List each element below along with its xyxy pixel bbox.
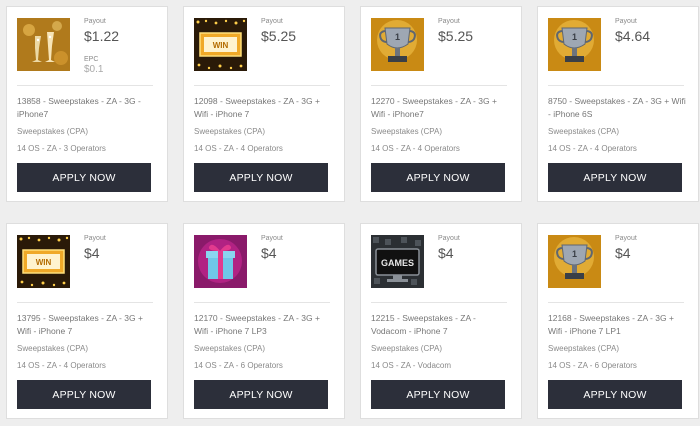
- svg-text:1: 1: [395, 32, 400, 42]
- apply-now-button[interactable]: APPLY NOW: [17, 163, 151, 192]
- divider: [194, 302, 330, 303]
- divider: [17, 85, 153, 86]
- divider: [194, 85, 330, 86]
- games-tv-icon[interactable]: GAMES: [371, 235, 424, 288]
- payout-label: Payout: [84, 18, 106, 25]
- payout-value: $4.64: [615, 28, 651, 44]
- offer-meta: 14 OS - ZA - 4 Operators: [548, 144, 637, 153]
- offer-meta: 14 OS - ZA - 4 Operators: [17, 361, 106, 370]
- offer-category: Sweepstakes (CPA): [548, 127, 619, 136]
- apply-now-button[interactable]: APPLY NOW: [548, 380, 682, 409]
- offer-meta: 14 OS - ZA - 6 Operators: [194, 361, 283, 370]
- apply-now-button[interactable]: APPLY NOW: [17, 380, 151, 409]
- offer-card: 1 Payout $5.25 12270 - Sweepstakes - ZA …: [360, 6, 522, 202]
- payout-value: $5.25: [261, 28, 297, 44]
- apply-now-button[interactable]: APPLY NOW: [371, 380, 505, 409]
- offer-title[interactable]: 12168 - Sweepstakes - ZA - 3G + Wifi - i…: [548, 312, 688, 338]
- offer-card: GAMES Payout $4 12215 - Sweepstakes - ZA…: [360, 223, 522, 419]
- payout-label: Payout: [438, 18, 460, 25]
- payout-value: $1.22: [84, 28, 120, 44]
- offer-category: Sweepstakes (CPA): [371, 127, 442, 136]
- gift-box-icon[interactable]: [194, 235, 247, 288]
- apply-now-button[interactable]: APPLY NOW: [548, 163, 682, 192]
- offer-title[interactable]: 12170 - Sweepstakes - ZA - 3G + Wifi - i…: [194, 312, 334, 338]
- offer-card: WIN Payout $4 13795 - Sweepstakes - ZA -…: [6, 223, 168, 419]
- offer-title[interactable]: 12215 - Sweepstakes - ZA - Vodacom - iPh…: [371, 312, 511, 338]
- trophy-icon[interactable]: 1: [548, 18, 601, 71]
- epc-value: $0.1: [84, 64, 104, 75]
- divider: [548, 85, 684, 86]
- win-sign-text: WIN: [36, 258, 52, 267]
- offer-meta: 14 OS - ZA - 6 Operators: [548, 361, 637, 370]
- offer-title[interactable]: 13795 - Sweepstakes - ZA - 3G + Wifi - i…: [17, 312, 157, 338]
- offer-title[interactable]: 12270 - Sweepstakes - ZA - 3G + Wifi - i…: [371, 95, 511, 121]
- apply-now-button[interactable]: APPLY NOW: [194, 380, 328, 409]
- divider: [371, 302, 507, 303]
- offer-meta: 14 OS - ZA - 3 Operators: [17, 144, 106, 153]
- offers-grid: Payout $1.22 EPC $0.1 13858 - Sweepstake…: [0, 0, 700, 426]
- divider: [548, 302, 684, 303]
- offer-title[interactable]: 8750 - Sweepstakes - ZA - 3G + Wifi - iP…: [548, 95, 688, 121]
- payout-label: Payout: [261, 235, 283, 242]
- offer-card: Payout $1.22 EPC $0.1 13858 - Sweepstake…: [6, 6, 168, 202]
- offer-card: WIN Payout $5.25 12098 - Sweepstakes - Z…: [183, 6, 345, 202]
- payout-value: $5.25: [438, 28, 474, 44]
- svg-text:1: 1: [572, 32, 577, 42]
- payout-label: Payout: [615, 18, 637, 25]
- offer-category: Sweepstakes (CPA): [17, 127, 88, 136]
- win-sign-icon[interactable]: WIN: [194, 18, 247, 71]
- payout-label: Payout: [615, 235, 637, 242]
- apply-now-button[interactable]: APPLY NOW: [194, 163, 328, 192]
- payout-label: Payout: [84, 235, 106, 242]
- offer-category: Sweepstakes (CPA): [371, 344, 442, 353]
- offer-category: Sweepstakes (CPA): [17, 344, 88, 353]
- divider: [17, 302, 153, 303]
- offer-meta: 14 OS - ZA - Vodacom: [371, 361, 452, 370]
- payout-value: $4: [615, 245, 631, 261]
- offer-card: Payout $4 12170 - Sweepstakes - ZA - 3G …: [183, 223, 345, 419]
- offer-category: Sweepstakes (CPA): [194, 344, 265, 353]
- win-sign-text: WIN: [213, 41, 229, 50]
- offer-meta: 14 OS - ZA - 4 Operators: [194, 144, 283, 153]
- offer-category: Sweepstakes (CPA): [194, 127, 265, 136]
- divider: [371, 85, 507, 86]
- epc-label: EPC: [84, 56, 99, 63]
- win-sign-icon[interactable]: WIN: [17, 235, 70, 288]
- svg-text:1: 1: [572, 249, 577, 259]
- payout-value: $4: [261, 245, 277, 261]
- offer-card: 1 Payout $4.64 8750 - Sweepstakes - ZA -…: [537, 6, 699, 202]
- payout-value: $4: [438, 245, 454, 261]
- trophy-icon[interactable]: 1: [371, 18, 424, 71]
- offer-category: Sweepstakes (CPA): [548, 344, 619, 353]
- offer-title[interactable]: 12098 - Sweepstakes - ZA - 3G + Wifi - i…: [194, 95, 334, 121]
- offer-meta: 14 OS - ZA - 4 Operators: [371, 144, 460, 153]
- offer-title[interactable]: 13858 - Sweepstakes - ZA - 3G - iPhone7: [17, 95, 157, 121]
- games-text: GAMES: [381, 258, 414, 268]
- trophy-icon[interactable]: 1: [548, 235, 601, 288]
- payout-label: Payout: [438, 235, 460, 242]
- champagne-icon[interactable]: [17, 18, 70, 71]
- payout-label: Payout: [261, 18, 283, 25]
- offer-card: 1 Payout $4 12168 - Sweepstakes - ZA - 3…: [537, 223, 699, 419]
- payout-value: $4: [84, 245, 100, 261]
- apply-now-button[interactable]: APPLY NOW: [371, 163, 505, 192]
